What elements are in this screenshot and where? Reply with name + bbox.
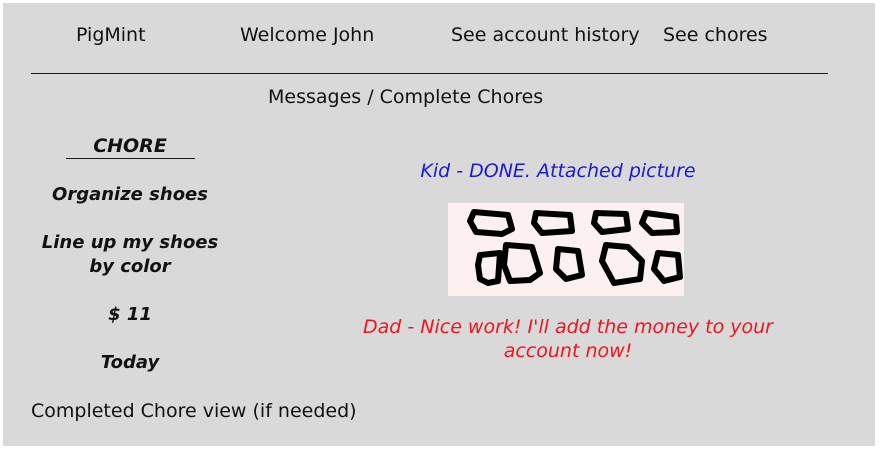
dad-message: Dad - Nice work! I'll add the money to y…: [362, 316, 773, 362]
account-history-link[interactable]: See account history: [451, 24, 640, 46]
chore-amount: $ 11: [108, 304, 152, 325]
completed-chore-view-note[interactable]: Completed Chore view (if needed): [31, 400, 357, 422]
kid-message: Kid - DONE. Attached picture: [420, 160, 696, 182]
chore-due-date: Today: [100, 352, 160, 373]
page-title: Messages / Complete Chores: [268, 86, 544, 108]
chore-name: Organize shoes: [52, 184, 208, 205]
chore-header-underline: [66, 158, 195, 159]
welcome-text: Welcome John: [240, 24, 375, 46]
chore-description: Line up my shoes by color: [41, 232, 219, 277]
chore-header: CHORE: [93, 135, 167, 157]
header-divider: [31, 73, 828, 74]
shoes-sketch-image: [467, 209, 683, 286]
attached-picture[interactable]: [448, 203, 684, 296]
brand-logo[interactable]: PigMint: [76, 24, 146, 46]
chores-link[interactable]: See chores: [663, 24, 768, 46]
app-frame: [3, 3, 875, 446]
